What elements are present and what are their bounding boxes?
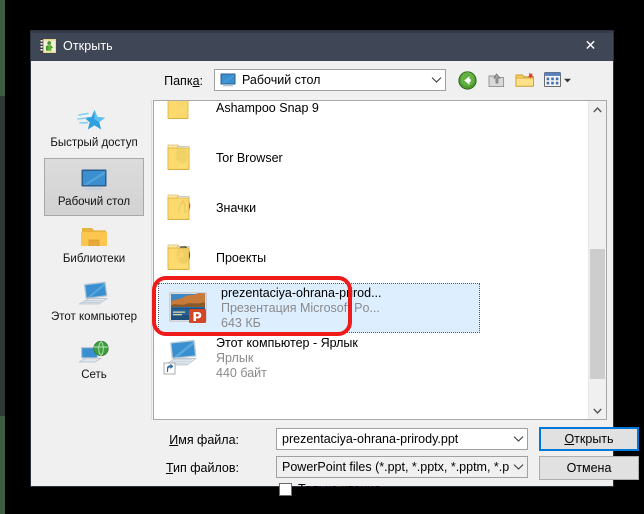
presentation-icon [40,38,56,54]
sidebar-item-network[interactable]: Сеть [44,332,144,390]
sidebar-item-desktop[interactable]: Рабочий стол [44,158,144,216]
look-in-combobox[interactable]: Рабочий стол [214,69,446,91]
sidebar-item-quick-access[interactable]: Быстрый доступ [44,100,144,158]
file-name-label: Имя файла: [169,433,239,447]
sidebar-item-label: Рабочий стол [57,196,131,208]
list-item-name: Ashampoo Snap 9 [216,100,319,115]
screenshot-root: Открыть ✕ Папка: Рабочий стол Быстрый до… [0,0,644,514]
open-button-label: Открыть [564,432,614,446]
chevron-down-icon[interactable] [509,429,527,449]
look-in-label: Папка: [164,74,203,88]
list-item-texts: Проекты [216,251,590,266]
new-folder-icon[interactable] [513,69,537,91]
star-icon [77,106,111,136]
toolbar-buttons [455,69,574,91]
list-item-name: Этот компьютер - Ярлык [216,335,358,350]
folder-media-icon [162,238,208,278]
sidebar-item-label: Быстрый доступ [50,137,138,149]
title-bar-top-accent [31,31,613,33]
list-item-name: Значки [216,200,257,215]
list-item-texts: Ashampoo Snap 9 [216,101,590,116]
open-button[interactable]: Открыть [539,427,639,451]
list-item-size: 440 байт [216,365,267,380]
readonly-checkbox-group[interactable]: Только чтение [279,482,381,496]
up-folder-icon[interactable] [484,69,508,91]
folder-icon [162,101,208,128]
sidebar-item-this-pc[interactable]: Этот компьютер [44,274,144,332]
list-item-texts: prezentaciya-ohrana-prirod... Презентаци… [221,286,479,331]
list-item-selected[interactable]: prezentaciya-ohrana-prirod... Презентаци… [158,283,480,333]
sidebar-item-label: Библиотеки [62,253,126,265]
desktop-icon [77,165,111,195]
file-type-dropdown[interactable]: PowerPoint files (*.ppt, *.pptx, *.pptm,… [276,456,528,478]
close-icon[interactable]: ✕ [568,31,613,61]
network-globe-icon [77,338,111,368]
this-pc-shortcut-icon [162,338,208,378]
dialog-footer: Имя файла: prezentaciya-ohrana-prirody.p… [31,420,639,496]
list-item-name: Tor Browser [216,150,283,165]
folder-globe-icon [162,138,208,178]
open-file-dialog: Открыть ✕ Папка: Рабочий стол Быстрый до… [30,30,639,496]
list-item-type: Презентация Microsoft Po... [221,300,380,315]
list-item-size: 643 КБ [221,315,261,330]
scroll-up-icon[interactable] [589,101,606,118]
list-item-type: Ярлык [216,350,254,365]
list-item[interactable]: Проекты [154,233,590,283]
views-grid-icon[interactable] [542,69,574,91]
scrollbar-thumb[interactable] [590,249,605,379]
look-in-value: Рабочий стол [242,73,321,87]
list-item[interactable]: Этот компьютер - Ярлык Ярлык 440 байт [154,333,590,383]
this-pc-icon [77,280,111,310]
file-list-scrollbar[interactable] [588,101,606,419]
readonly-label: Только чтение [298,482,382,496]
list-item[interactable]: Ashampoo Snap 9 [154,101,590,133]
file-name-input[interactable]: prezentaciya-ohrana-prirody.ppt [276,428,528,450]
window-title: Открыть [63,39,113,53]
file-list-items: Ashampoo Snap 9 Tor Browser Значки Проек… [154,101,590,383]
list-item[interactable]: Tor Browser [154,133,590,183]
file-list[interactable]: Ashampoo Snap 9 Tor Browser Значки Проек… [153,100,607,420]
dialog-toolbar: Папка: Рабочий стол [31,62,613,100]
list-item-texts: Значки [216,201,590,216]
sidebar-item-libraries[interactable]: Библиотеки [44,216,144,274]
desktop-icon [220,73,236,87]
file-type-value: PowerPoint files (*.ppt, *.pptx, *.pptm,… [282,460,509,474]
dialog-body: Быстрый доступ Рабочий стол Библиотеки Э… [31,100,613,420]
sidebar-item-label: Сеть [81,369,107,381]
list-item-texts: Tor Browser [216,151,590,166]
list-item-texts: Этот компьютер - Ярлык Ярлык 440 байт [216,336,590,381]
screen-edge-sliver-lower [0,96,5,416]
back-arrow-icon[interactable] [455,69,479,91]
list-item-name: Проекты [216,250,267,265]
list-item-name: prezentaciya-ohrana-prirod... [221,285,382,300]
chevron-down-icon[interactable] [427,70,445,90]
places-sidebar: Быстрый доступ Рабочий стол Библиотеки Э… [37,100,152,420]
library-folder-icon [77,222,111,252]
powerpoint-thumbnail-icon [167,288,213,328]
chevron-down-icon[interactable] [509,457,527,477]
file-type-label: Тип файлов: [165,461,239,475]
title-bar: Открыть ✕ [31,31,613,61]
file-name-value: prezentaciya-ohrana-prirody.ppt [282,432,459,446]
readonly-checkbox[interactable] [279,482,292,496]
list-item[interactable]: Значки [154,183,590,233]
folder-icons-icon [162,188,208,228]
scroll-down-icon[interactable] [589,402,606,419]
cancel-button[interactable]: Отмена [539,456,639,480]
sidebar-item-label: Этот компьютер [51,311,137,323]
